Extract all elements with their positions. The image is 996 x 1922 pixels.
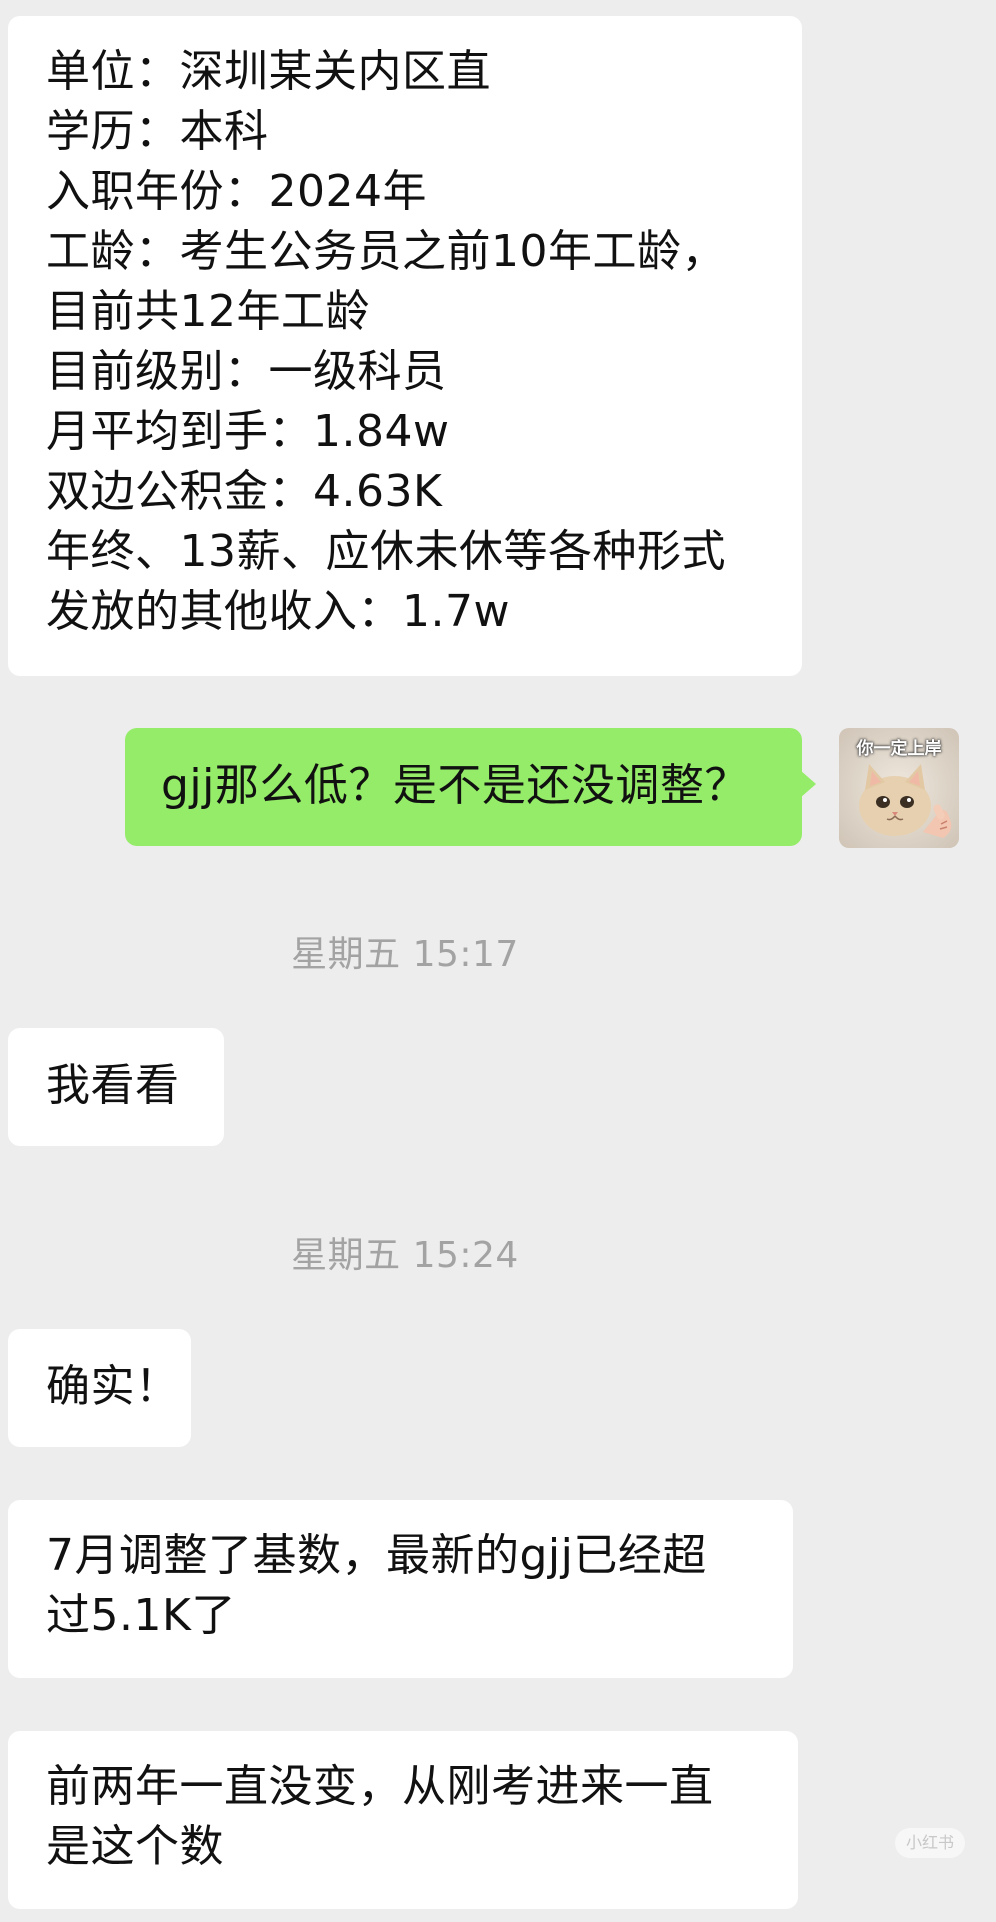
- outgoing-message-bubble[interactable]: gjj那么低？是不是还没调整？: [125, 728, 816, 846]
- avatar-caption: 你一定上岸: [856, 739, 942, 759]
- message-line: 确实！: [46, 1361, 180, 1412]
- message-line: 入职年份：2024年: [46, 166, 427, 217]
- message-line: 目前共12年工龄: [46, 286, 370, 337]
- user-avatar[interactable]: 你一定上岸: [839, 728, 959, 848]
- message-line: 发放的其他收入：1.7w: [46, 586, 510, 637]
- incoming-message-bubble[interactable]: 单位：深圳某关内区直 学历：本科 入职年份：2024年 工龄：考生公务员之前10…: [8, 16, 802, 676]
- message-line: gjj那么低？是不是还没调整？: [161, 760, 749, 811]
- message-line: 学历：本科: [46, 106, 269, 157]
- incoming-message-bubble[interactable]: 我看看: [8, 1028, 224, 1146]
- incoming-message-bubble[interactable]: 7月调整了基数，最新的gjj已经超 过5.1K了: [8, 1500, 793, 1678]
- message-line: 年终、13薪、应休未休等各种形式: [46, 526, 726, 577]
- incoming-message-bubble[interactable]: 确实！: [8, 1329, 191, 1447]
- message-line: 是这个数: [46, 1821, 224, 1872]
- message-line: 过5.1K了: [46, 1590, 236, 1641]
- message-line: 7月调整了基数，最新的gjj已经超: [46, 1530, 707, 1581]
- message-line: 单位：深圳某关内区直: [46, 46, 491, 97]
- message-line: 前两年一直没变，从刚考进来一直: [46, 1761, 714, 1812]
- bubble-tail: [800, 770, 816, 798]
- message-line: 我看看: [46, 1060, 180, 1111]
- timestamp: 星期五 15:24: [291, 1235, 519, 1276]
- xiaohongshu-watermark: 小红书: [895, 1828, 965, 1858]
- message-line: 工龄：考生公务员之前10年工龄，: [46, 226, 726, 277]
- message-line: 月平均到手：1.84w: [46, 406, 450, 457]
- message-line: 双边公积金：4.63K: [46, 466, 443, 517]
- message-line: 目前级别：一级科员: [46, 346, 447, 397]
- timestamp: 星期五 15:17: [291, 934, 519, 975]
- incoming-message-bubble[interactable]: 前两年一直没变，从刚考进来一直 是这个数: [8, 1731, 798, 1909]
